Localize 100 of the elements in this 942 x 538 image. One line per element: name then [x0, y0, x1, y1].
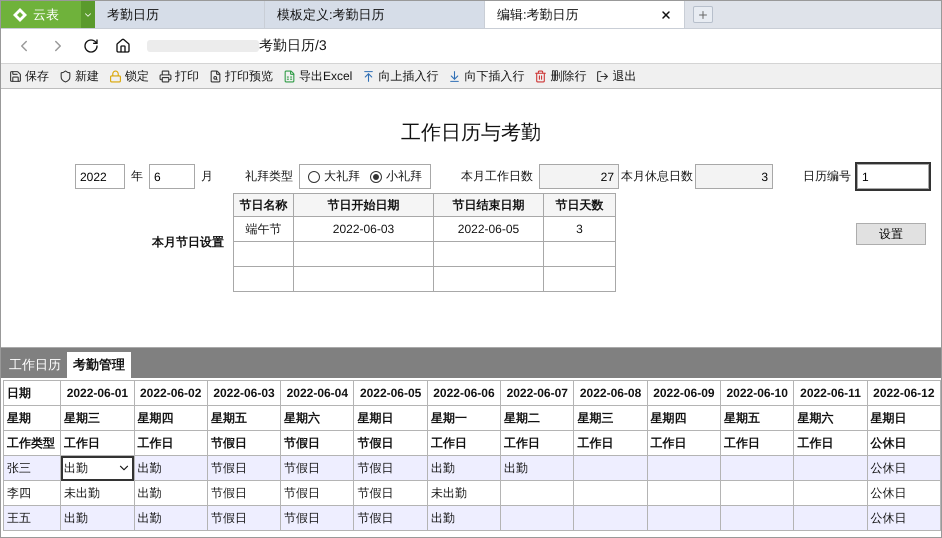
- column-header: 节日结束日期: [434, 194, 544, 216]
- name-cell: 李四: [4, 480, 61, 506]
- header-cell: 2022-06-12: [867, 380, 940, 406]
- table-cell[interactable]: 出勤: [60, 506, 134, 530]
- table-cell[interactable]: 出勤: [134, 506, 208, 530]
- toolbar-button[interactable]: 打印: [159, 68, 199, 84]
- browser-tab[interactable]: 模板定义:考勤日历: [265, 1, 485, 28]
- radio-label: 大礼拜: [324, 168, 360, 185]
- toolbar-button[interactable]: 导出Excel: [283, 68, 352, 84]
- radio-button[interactable]: [370, 170, 382, 182]
- header-cell: 2022-06-07: [500, 380, 574, 406]
- printer-icon: [159, 70, 172, 82]
- logout-icon: [596, 70, 610, 82]
- table-cell[interactable]: 出勤: [427, 506, 501, 530]
- field-label: 月: [201, 168, 213, 185]
- table-cell: 2022-06-03: [294, 216, 434, 242]
- table-cell: 2022-06-05: [434, 216, 544, 242]
- dropdown-cell[interactable]: 出勤: [60, 456, 134, 480]
- toolbar-button[interactable]: 删除行: [534, 68, 586, 84]
- table-cell[interactable]: 节假日: [207, 506, 281, 530]
- table-cell[interactable]: 未出勤: [60, 480, 134, 506]
- table-cell[interactable]: 公休日: [867, 506, 940, 530]
- header-cell: 星期: [4, 406, 61, 430]
- header-cell: 星期六: [280, 406, 354, 430]
- table-cell[interactable]: 出勤: [500, 456, 574, 480]
- browser-tab[interactable]: 考勤日历: [95, 1, 265, 28]
- header-cell: 星期日: [867, 406, 940, 430]
- header-cell: 2022-06-02: [134, 380, 208, 406]
- radio-button[interactable]: [308, 170, 320, 182]
- table-cell[interactable]: 节假日: [354, 506, 428, 530]
- header-cell: 星期四: [647, 406, 721, 430]
- set-button[interactable]: 设置: [856, 223, 926, 245]
- sheet-tab[interactable]: 工作日历: [3, 352, 67, 378]
- new-tab-button[interactable]: [693, 6, 713, 23]
- table-cell[interactable]: 节假日: [280, 456, 354, 480]
- form-title: 工作日历与考勤: [401, 121, 541, 146]
- radio-label: 小礼拜: [386, 168, 422, 185]
- name-cell: 张三: [4, 456, 61, 480]
- header-cell: 星期一: [427, 406, 501, 430]
- holiday-label: 本月节日设置: [152, 234, 224, 251]
- toolbar-button[interactable]: 打印预览: [209, 68, 273, 84]
- lock-icon: [109, 70, 122, 82]
- toolbar-button[interactable]: 保存: [9, 68, 49, 84]
- table-cell[interactable]: 节假日: [207, 480, 281, 506]
- toolbar-button[interactable]: 退出: [596, 68, 636, 84]
- field-label: 礼拜类型: [245, 168, 293, 185]
- table-cell: 端午节: [234, 216, 294, 242]
- header-cell: 星期六: [794, 406, 868, 430]
- shield-icon: [59, 70, 72, 82]
- rest-days-field[interactable]: 3: [695, 164, 773, 189]
- close-icon[interactable]: [660, 8, 672, 20]
- plus-icon: [697, 8, 709, 20]
- table-cell[interactable]: 节假日: [354, 456, 428, 480]
- table-cell[interactable]: 出勤: [427, 456, 501, 480]
- name-cell: 王五: [4, 506, 61, 530]
- table-cell[interactable]: 出勤: [134, 456, 208, 480]
- field-label: 日历编号: [803, 168, 851, 185]
- trash-icon: [534, 70, 548, 82]
- toolbar-button[interactable]: 向上插入行: [362, 68, 438, 84]
- header-cell: 星期二: [500, 406, 574, 430]
- calendar-number-field[interactable]: 1: [857, 164, 929, 189]
- table-cell: 3: [544, 216, 616, 242]
- radio-group[interactable]: 大礼拜 小礼拜: [299, 164, 431, 189]
- header-cell: 星期四: [134, 406, 208, 430]
- table-cell[interactable]: 节假日: [280, 480, 354, 506]
- header-cell: 2022-06-08: [574, 380, 648, 406]
- diamond-logo-icon: [13, 8, 27, 22]
- document-search-icon: [209, 70, 222, 82]
- year-field[interactable]: 2022: [75, 164, 125, 189]
- table-cell[interactable]: 节假日: [354, 480, 428, 506]
- field-label: 本月休息日数: [621, 168, 693, 185]
- table-cell[interactable]: 公休日: [867, 456, 940, 480]
- header-cell: 星期三: [60, 406, 134, 430]
- toolbar-button[interactable]: 新建: [59, 68, 99, 84]
- table-cell[interactable]: 出勤: [134, 480, 208, 506]
- column-header: 节日名称: [234, 194, 294, 216]
- spreadsheet-icon: [283, 70, 296, 82]
- home-icon[interactable]: [115, 38, 131, 54]
- table-cell[interactable]: 公休日: [867, 480, 940, 506]
- toolbar-button[interactable]: 锁定: [109, 68, 149, 84]
- sheet-tab[interactable]: 考勤管理: [67, 352, 131, 378]
- field-label: 年: [131, 168, 143, 185]
- field-label: 本月工作日数: [461, 168, 533, 185]
- toolbar-button[interactable]: 向下插入行: [448, 68, 524, 84]
- browser-tab[interactable]: 编辑:考勤日历: [485, 1, 685, 28]
- header-cell: 星期五: [720, 406, 794, 430]
- month-field[interactable]: 6: [149, 164, 195, 189]
- header-cell: 2022-06-01: [60, 380, 134, 406]
- table-cell[interactable]: 节假日: [207, 456, 281, 480]
- header-cell: 2022-06-09: [647, 380, 721, 406]
- address-path[interactable]: 考勤日历/3: [259, 37, 327, 55]
- header-cell: 日期: [4, 380, 61, 406]
- work-days-field[interactable]: 27: [539, 164, 619, 189]
- header-cell: 2022-06-10: [720, 380, 794, 406]
- table-cell[interactable]: 未出勤: [427, 480, 501, 506]
- header-cell: 2022-06-11: [794, 380, 868, 406]
- header-cell: 星期五: [207, 406, 281, 430]
- reload-icon[interactable]: [83, 38, 99, 54]
- header-cell: 星期三: [574, 406, 648, 430]
- table-cell[interactable]: 节假日: [280, 506, 354, 530]
